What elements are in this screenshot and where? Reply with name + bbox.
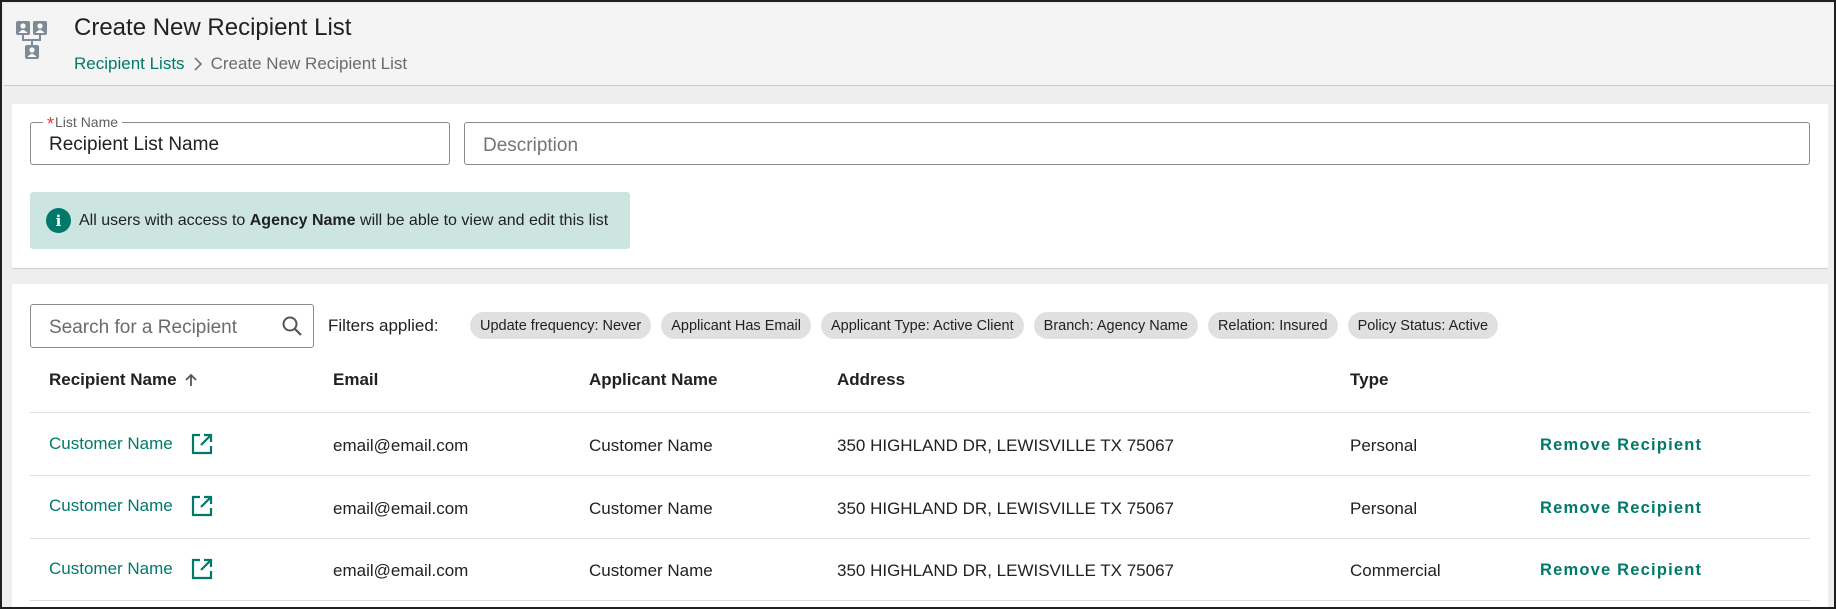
open-in-new-icon[interactable] [190, 494, 214, 518]
applicant-name-cell: Customer Name [589, 499, 713, 518]
page-title: Create New Recipient List [74, 14, 352, 41]
access-info-text: All users with access to Agency Name wil… [79, 211, 609, 229]
address-cell: 350 HIGHLAND DR, LEWISVILLE TX 75067 [837, 436, 1175, 455]
chevron-right-icon [193, 57, 203, 71]
filter-chips: Update frequency: Never Applicant Has Em… [470, 312, 1499, 339]
page-header: Create New Recipient List Recipient List… [4, 4, 1834, 86]
recipients-card: Search for a Recipient Filters applied: … [12, 284, 1828, 607]
breadcrumb-recipient-lists-link[interactable]: Recipient Lists [74, 54, 185, 74]
filter-chip[interactable]: Policy Status: Active [1347, 312, 1499, 339]
open-in-new-icon[interactable] [190, 557, 214, 581]
table-divider [30, 538, 1810, 539]
recipient-name-link[interactable]: Customer Name [49, 496, 173, 516]
table-divider [30, 475, 1810, 476]
breadcrumb-current: Create New Recipient List [210, 54, 408, 73]
list-name-field[interactable]: *List Name Recipient List Name [30, 114, 450, 165]
filter-chip[interactable]: Applicant Has Email [661, 312, 811, 339]
type-cell: Personal [1350, 436, 1418, 455]
list-name-label: *List Name [43, 114, 123, 134]
type-cell: Commercial [1350, 561, 1441, 580]
filter-chip[interactable]: Update frequency: Never [470, 312, 652, 339]
column-header-applicant-name[interactable]: Applicant Name [589, 370, 717, 390]
recipient-name-link[interactable]: Customer Name [49, 559, 173, 579]
column-header-address[interactable]: Address [837, 370, 905, 390]
filter-chip[interactable]: Relation: Insured [1207, 312, 1338, 339]
recipient-search-input[interactable]: Search for a Recipient [49, 317, 237, 339]
required-marker: * [47, 114, 55, 134]
list-details-card: *List Name Recipient List Name Descripti… [12, 104, 1828, 269]
email-cell: email@email.com [333, 499, 469, 518]
remove-recipient-button[interactable]: Remove Recipient [1540, 561, 1702, 580]
description-input[interactable]: Description [483, 135, 578, 157]
email-cell: email@email.com [333, 561, 469, 580]
description-field[interactable]: Description [464, 122, 1810, 165]
column-header-email[interactable]: Email [333, 370, 378, 390]
open-in-new-icon[interactable] [190, 432, 214, 456]
remove-recipient-button[interactable]: Remove Recipient [1540, 499, 1702, 518]
table-divider [30, 412, 1810, 413]
filter-chip[interactable]: Branch: Agency Name [1033, 312, 1198, 339]
applicant-name-cell: Customer Name [589, 561, 713, 580]
recipient-list-icon [16, 21, 47, 59]
sort-ascending-icon[interactable] [183, 372, 199, 388]
address-cell: 350 HIGHLAND DR, LEWISVILLE TX 75067 [837, 561, 1175, 580]
access-info-banner: i All users with access to Agency Name w… [30, 192, 630, 249]
applicant-name-cell: Customer Name [589, 436, 713, 455]
search-icon[interactable] [280, 314, 304, 338]
column-header-type[interactable]: Type [1350, 370, 1388, 390]
recipient-search-field[interactable]: Search for a Recipient [30, 304, 314, 348]
column-header-recipient-name[interactable]: Recipient Name [49, 370, 199, 390]
filters-applied-label: Filters applied: [328, 316, 439, 335]
email-cell: email@email.com [333, 436, 469, 455]
remove-recipient-button[interactable]: Remove Recipient [1540, 436, 1702, 455]
address-cell: 350 HIGHLAND DR, LEWISVILLE TX 75067 [837, 499, 1175, 518]
list-name-input[interactable]: Recipient List Name [49, 134, 429, 156]
table-divider [30, 600, 1810, 601]
type-cell: Personal [1350, 499, 1418, 518]
agency-name: Agency Name [249, 211, 356, 229]
breadcrumb: Recipient Lists Create New Recipient Lis… [74, 54, 407, 74]
app-window: Create New Recipient List Recipient List… [0, 0, 1836, 609]
filter-chip[interactable]: Applicant Type: Active Client [820, 312, 1024, 339]
recipient-name-link[interactable]: Customer Name [49, 434, 173, 454]
info-icon: i [46, 208, 71, 233]
